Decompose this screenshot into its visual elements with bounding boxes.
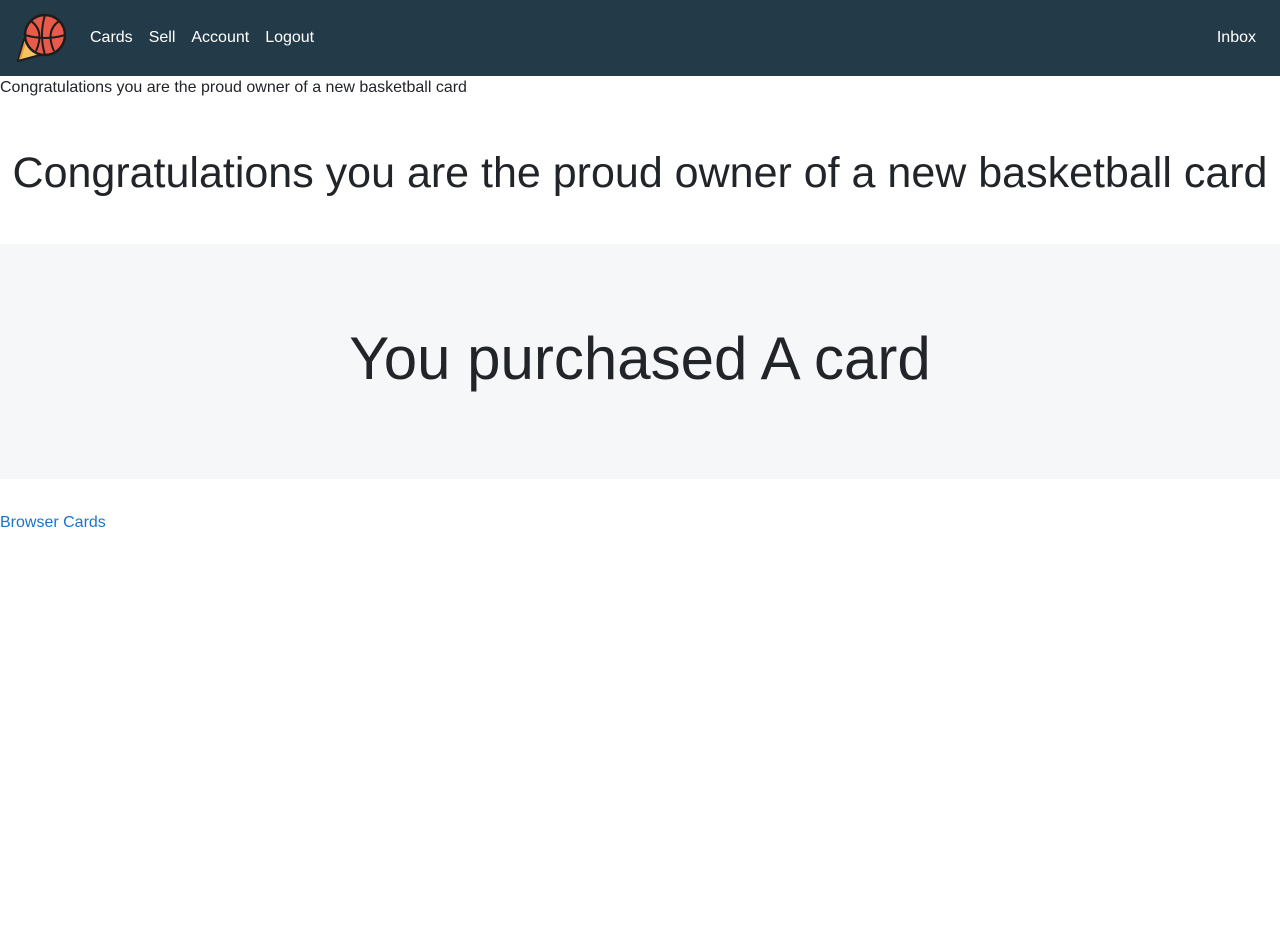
basketball-logo-icon[interactable] [14,11,68,65]
browse-cards-link[interactable]: Browser Cards [0,513,106,533]
page-title: Congratulations you are the proud owner … [12,149,1268,197]
nav-right: Inbox [1217,0,1256,76]
nav-link-sell[interactable]: Sell [149,29,176,47]
purchase-confirmation-text: You purchased A card [349,325,931,392]
jumbotron: You purchased A card [0,244,1280,479]
nav-link-cards[interactable]: Cards [90,29,133,47]
nav-link-inbox[interactable]: Inbox [1217,29,1256,47]
nav-link-logout[interactable]: Logout [265,29,314,47]
nav-links: Cards Sell Account Logout [90,0,330,76]
nav-link-account[interactable]: Account [191,29,249,47]
flash-message: Congratulations you are the proud owner … [0,79,467,96]
navbar: Cards Sell Account Logout Inbox [0,0,1280,76]
